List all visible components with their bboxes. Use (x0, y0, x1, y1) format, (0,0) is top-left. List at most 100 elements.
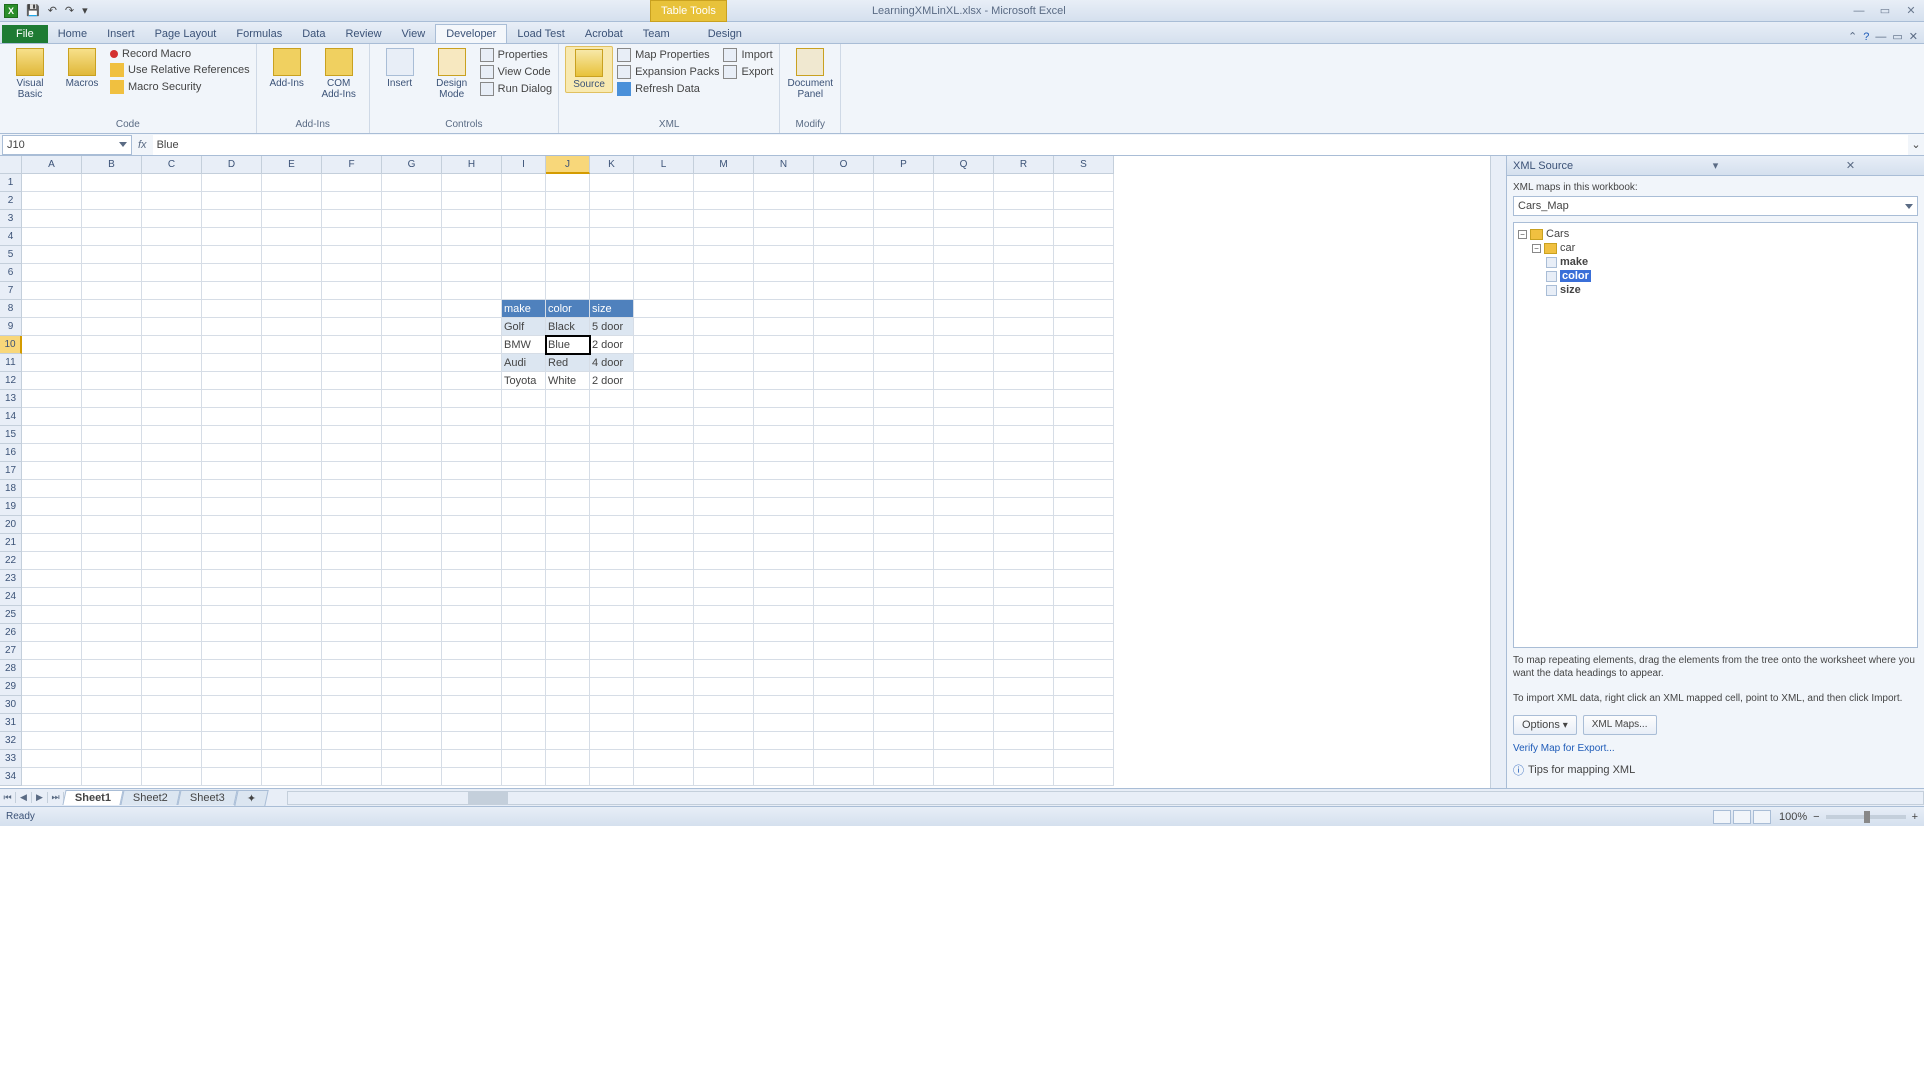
cell-D11[interactable] (202, 354, 262, 372)
tab-review[interactable]: Review (335, 25, 391, 43)
cell-A7[interactable] (22, 282, 82, 300)
cell-J31[interactable] (546, 714, 590, 732)
row-header-18[interactable]: 18 (0, 480, 22, 498)
cell-L6[interactable] (634, 264, 694, 282)
cell-F19[interactable] (322, 498, 382, 516)
cell-R24[interactable] (994, 588, 1054, 606)
cell-H6[interactable] (442, 264, 502, 282)
cell-E6[interactable] (262, 264, 322, 282)
cell-P32[interactable] (874, 732, 934, 750)
cell-D8[interactable] (202, 300, 262, 318)
cell-C6[interactable] (142, 264, 202, 282)
cell-I31[interactable] (502, 714, 546, 732)
cell-B29[interactable] (82, 678, 142, 696)
cell-P22[interactable] (874, 552, 934, 570)
cell-K31[interactable] (590, 714, 634, 732)
cell-Q17[interactable] (934, 462, 994, 480)
map-select[interactable]: Cars_Map (1513, 196, 1918, 216)
cell-G8[interactable] (382, 300, 442, 318)
cell-E32[interactable] (262, 732, 322, 750)
row-header-19[interactable]: 19 (0, 498, 22, 516)
cell-C5[interactable] (142, 246, 202, 264)
cell-B6[interactable] (82, 264, 142, 282)
cell-K34[interactable] (590, 768, 634, 786)
cell-D20[interactable] (202, 516, 262, 534)
cell-P8[interactable] (874, 300, 934, 318)
cell-F9[interactable] (322, 318, 382, 336)
cell-J6[interactable] (546, 264, 590, 282)
cell-C11[interactable] (142, 354, 202, 372)
cell-O13[interactable] (814, 390, 874, 408)
cell-B19[interactable] (82, 498, 142, 516)
row-header-2[interactable]: 2 (0, 192, 22, 210)
cell-D23[interactable] (202, 570, 262, 588)
row-header-20[interactable]: 20 (0, 516, 22, 534)
cell-S18[interactable] (1054, 480, 1114, 498)
cell-C4[interactable] (142, 228, 202, 246)
cell-J15[interactable] (546, 426, 590, 444)
cell-G32[interactable] (382, 732, 442, 750)
row-header-32[interactable]: 32 (0, 732, 22, 750)
cell-H17[interactable] (442, 462, 502, 480)
tab-file[interactable]: File (2, 25, 48, 43)
pane-menu-icon[interactable]: ▾ (1648, 159, 1783, 172)
col-header-O[interactable]: O (814, 156, 874, 174)
cell-G10[interactable] (382, 336, 442, 354)
cell-B13[interactable] (82, 390, 142, 408)
cell-S13[interactable] (1054, 390, 1114, 408)
cell-G7[interactable] (382, 282, 442, 300)
cell-R20[interactable] (994, 516, 1054, 534)
cell-L15[interactable] (634, 426, 694, 444)
cell-E14[interactable] (262, 408, 322, 426)
cell-A19[interactable] (22, 498, 82, 516)
cell-E22[interactable] (262, 552, 322, 570)
cell-B22[interactable] (82, 552, 142, 570)
cell-C28[interactable] (142, 660, 202, 678)
row-header-10[interactable]: 10 (0, 336, 22, 354)
cell-C21[interactable] (142, 534, 202, 552)
cell-D27[interactable] (202, 642, 262, 660)
cell-A15[interactable] (22, 426, 82, 444)
cell-E15[interactable] (262, 426, 322, 444)
tab-team[interactable]: Team (633, 25, 680, 43)
cell-G23[interactable] (382, 570, 442, 588)
cell-E11[interactable] (262, 354, 322, 372)
cell-N1[interactable] (754, 174, 814, 192)
cell-P26[interactable] (874, 624, 934, 642)
cell-N33[interactable] (754, 750, 814, 768)
col-header-C[interactable]: C (142, 156, 202, 174)
cell-Q29[interactable] (934, 678, 994, 696)
cell-O34[interactable] (814, 768, 874, 786)
cell-C8[interactable] (142, 300, 202, 318)
cell-M3[interactable] (694, 210, 754, 228)
cell-O31[interactable] (814, 714, 874, 732)
cell-Q33[interactable] (934, 750, 994, 768)
cell-P15[interactable] (874, 426, 934, 444)
cell-L5[interactable] (634, 246, 694, 264)
cell-S22[interactable] (1054, 552, 1114, 570)
cell-Q12[interactable] (934, 372, 994, 390)
cell-M4[interactable] (694, 228, 754, 246)
cell-C14[interactable] (142, 408, 202, 426)
cell-N28[interactable] (754, 660, 814, 678)
cell-L18[interactable] (634, 480, 694, 498)
cell-E1[interactable] (262, 174, 322, 192)
cell-S12[interactable] (1054, 372, 1114, 390)
cell-K9[interactable]: 5 door (590, 318, 634, 336)
cell-Q19[interactable] (934, 498, 994, 516)
cell-N11[interactable] (754, 354, 814, 372)
cell-J22[interactable] (546, 552, 590, 570)
cell-R25[interactable] (994, 606, 1054, 624)
cell-Q32[interactable] (934, 732, 994, 750)
horizontal-scrollbar[interactable] (287, 791, 1924, 805)
cell-R26[interactable] (994, 624, 1054, 642)
cell-B16[interactable] (82, 444, 142, 462)
col-header-A[interactable]: A (22, 156, 82, 174)
cell-K13[interactable] (590, 390, 634, 408)
cell-I34[interactable] (502, 768, 546, 786)
cell-H3[interactable] (442, 210, 502, 228)
cell-O27[interactable] (814, 642, 874, 660)
cell-D3[interactable] (202, 210, 262, 228)
cell-N9[interactable] (754, 318, 814, 336)
cell-I23[interactable] (502, 570, 546, 588)
